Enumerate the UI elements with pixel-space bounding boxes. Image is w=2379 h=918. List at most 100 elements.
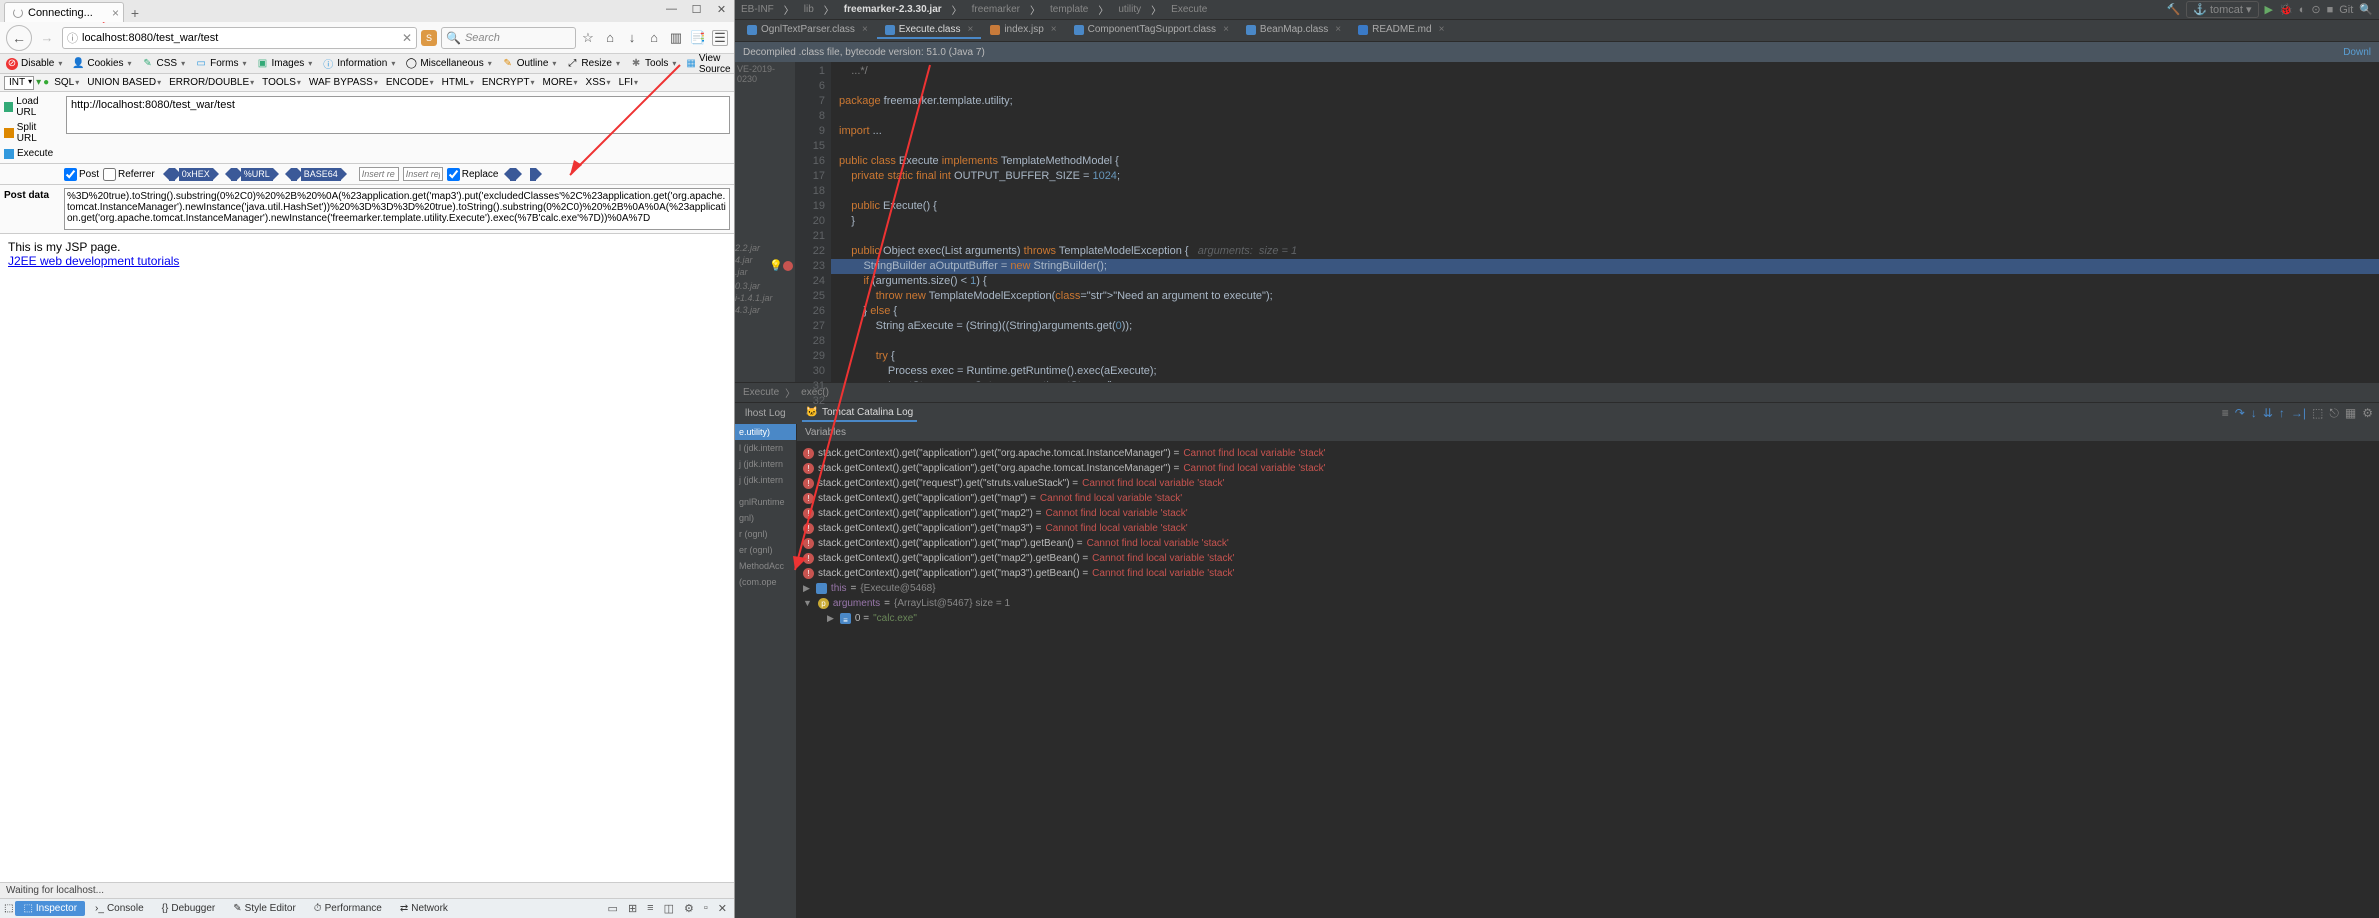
devtools-close-icon[interactable]: ✕ (715, 902, 730, 915)
hb-html[interactable]: HTML (439, 77, 477, 88)
build-icon[interactable]: 🔨 (2166, 3, 2180, 16)
close-icon[interactable]: × (862, 24, 868, 35)
b64-arrow[interactable] (291, 168, 297, 181)
editor-tab[interactable]: index.jsp× (982, 22, 1064, 39)
intention-bulb-icon[interactable]: 💡 (769, 259, 783, 274)
search-icon[interactable]: 🔍 (2359, 3, 2373, 16)
stack-frame[interactable]: gnlRuntime (735, 494, 796, 510)
hex-arrow[interactable] (169, 168, 175, 181)
hb-error[interactable]: ERROR/DOUBLE (166, 77, 257, 88)
stop-icon[interactable]: ✕ (402, 31, 412, 45)
watch-row[interactable]: !stack.getContext().get("application").g… (803, 491, 2373, 506)
hb-more[interactable]: MORE (540, 77, 581, 88)
run-config-select[interactable]: ⚓ tomcat ▾ (2186, 1, 2258, 18)
window-maximize-button[interactable]: ☐ (684, 0, 709, 19)
settings-icon[interactable]: ⚙ (2362, 406, 2373, 421)
split-url-button[interactable]: Split URL (4, 122, 58, 144)
hb-encrypt[interactable]: ENCRYPT (479, 77, 538, 88)
trace-icon[interactable]: ⎋ (2329, 406, 2339, 421)
stack-frame[interactable]: (com.ope (735, 574, 796, 590)
devtools-perf[interactable]: ⏱Performance (306, 901, 390, 916)
stack-frame[interactable]: l (jdk.intern (735, 440, 796, 456)
lhost-log-tab[interactable]: lhost Log (741, 406, 790, 421)
force-step-icon[interactable]: ⇊ (2263, 406, 2273, 421)
url-arrow[interactable] (231, 168, 237, 181)
execute-button[interactable]: Execute (4, 148, 58, 159)
end-arrow-l[interactable] (510, 168, 516, 181)
expand-icon[interactable]: ▼ (803, 596, 812, 611)
referrer-checkbox[interactable]: Referrer (103, 168, 155, 181)
close-icon[interactable]: × (1223, 24, 1229, 35)
devtools-debugger[interactable]: {}Debugger (154, 901, 224, 916)
devtools-popout-icon[interactable]: ▫ (701, 902, 711, 915)
run-icon[interactable]: ▶ (2265, 3, 2273, 16)
window-minimize-button[interactable]: — (659, 0, 684, 19)
hb-xss[interactable]: XSS (583, 77, 614, 88)
project-file[interactable]: i-1.4.1.jar (733, 292, 795, 304)
devtools-responsive-icon[interactable]: ⊞ (625, 902, 640, 915)
git-icon[interactable]: Git (2339, 4, 2353, 16)
layout-icon[interactable]: ≡ (2222, 406, 2229, 421)
insert1-input[interactable] (359, 167, 399, 181)
post-data-input[interactable]: %3D%20true).toString().substring(0%2C0)%… (64, 188, 730, 230)
close-icon[interactable]: × (1051, 24, 1057, 35)
watch-row[interactable]: !stack.getContext().get("application").g… (803, 446, 2373, 461)
hb-union[interactable]: UNION BASED (84, 77, 164, 88)
hb-lfi[interactable]: LFI (616, 77, 641, 88)
watch-row[interactable]: !stack.getContext().get("application").g… (803, 536, 2373, 551)
hackbar-type-select[interactable]: INT (4, 76, 34, 90)
breakpoint-icon[interactable] (783, 261, 793, 271)
project-file[interactable]: 2.2.jar (733, 242, 795, 254)
step-over-icon[interactable]: ↷ (2235, 406, 2245, 421)
hb-sql[interactable]: SQL (51, 77, 82, 88)
stack-frame[interactable]: e.utility) (735, 424, 796, 440)
crumb[interactable]: Execute (1171, 4, 1207, 15)
step-out-icon[interactable]: ↑ (2279, 406, 2285, 421)
browser-tab[interactable]: Connecting... × (4, 2, 124, 22)
stop-icon[interactable]: ■ (2327, 4, 2334, 16)
project-file[interactable]: 0.3.jar (733, 280, 795, 292)
sidebar-icon[interactable]: ▥ (668, 30, 684, 46)
devtools-paint-icon[interactable]: ≡ (644, 902, 656, 915)
bookmark-icon[interactable]: ☆ (580, 30, 596, 46)
load-url-button[interactable]: Load URL (4, 96, 58, 118)
editor-tab[interactable]: OgnlTextParser.class× (739, 22, 876, 39)
search-bar[interactable]: 🔍 Search (441, 27, 576, 49)
view-icon[interactable]: ▦ (2345, 406, 2356, 421)
wd-forms[interactable]: ▭Forms (193, 58, 248, 70)
post-checkbox[interactable]: Post (64, 168, 99, 181)
devtools-net[interactable]: ⇄Network (392, 901, 456, 916)
watch-row[interactable]: !stack.getContext().get("request").get("… (803, 476, 2373, 491)
devtools-inspector[interactable]: ⬚Inspector (15, 901, 85, 916)
stack-frame[interactable]: r (ognl) (735, 526, 796, 542)
crumb[interactable]: freemarker-2.3.30.jar (844, 4, 942, 15)
devtools-console[interactable]: ›_Console (87, 901, 152, 916)
profile-icon[interactable]: ⊙ (2311, 3, 2320, 16)
close-icon[interactable]: × (1335, 24, 1341, 35)
end-arrow-r[interactable] (530, 168, 536, 181)
wd-misc[interactable]: ◯Miscellaneous (403, 58, 493, 70)
new-tab-button[interactable]: + (124, 4, 146, 22)
editor-tab[interactable]: Execute.class× (877, 22, 982, 39)
crumb2-class[interactable]: Execute (743, 387, 779, 398)
close-icon[interactable]: × (112, 6, 119, 20)
watch-row[interactable]: ▶ this = {Execute@5468} (803, 581, 2373, 596)
hb-waf[interactable]: WAF BYPASS (306, 77, 381, 88)
watch-row[interactable]: !stack.getContext().get("application").g… (803, 506, 2373, 521)
editor-tab[interactable]: ComponentTagSupport.class× (1066, 22, 1237, 39)
crumb[interactable]: utility (1118, 4, 1141, 15)
url-label[interactable]: %URL (241, 168, 273, 181)
wd-resize[interactable]: ⤢Resize (564, 58, 622, 70)
crumb[interactable]: lib (804, 4, 814, 15)
pocket-icon[interactable]: ⌂ (602, 30, 618, 46)
wd-outline[interactable]: ✎Outline (500, 58, 559, 70)
editor-tab[interactable]: README.md× (1350, 22, 1452, 39)
info-icon[interactable]: ⓘ (67, 30, 78, 46)
watch-row[interactable]: ▼p arguments = {ArrayList@5467} size = 1 (803, 596, 2373, 611)
watches-list[interactable]: !stack.getContext().get("application").g… (797, 442, 2379, 918)
url-bar[interactable]: ⓘ ✕ (62, 27, 417, 49)
home-icon[interactable]: ⌂ (646, 30, 662, 46)
back-button[interactable]: ← (6, 25, 32, 51)
window-close-button[interactable]: ✕ (709, 0, 734, 19)
stack-frame[interactable]: er (ognl) (735, 542, 796, 558)
